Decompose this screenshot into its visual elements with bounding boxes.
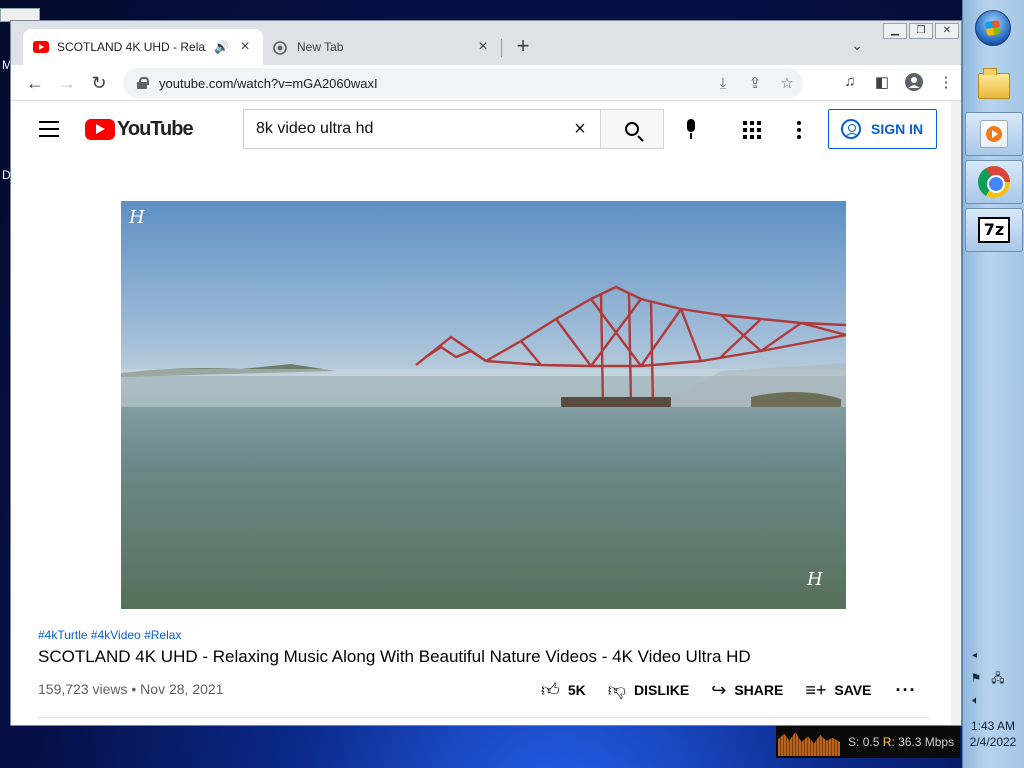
forward-arrow-icon[interactable]: → [55,71,79,95]
clear-search-icon[interactable]: × [560,118,600,141]
video-frame-forth-bridge: H H [121,201,846,609]
url-text[interactable]: youtube.com/watch?v=mGA2060waxI [159,76,707,91]
hamburger-menu-icon[interactable] [39,121,59,137]
watermark-top: H [128,207,145,228]
sign-in-label: SIGN IN [871,121,924,137]
video-player[interactable]: H H [121,201,846,609]
profile-icon[interactable] [903,73,925,93]
address-bar[interactable]: youtube.com/watch?v=mGA2060waxI ⤓ ⇪ ☆ [123,68,803,98]
thumbs-down-icon: 👎︎ [607,680,626,700]
tab-audio-icon[interactable]: 🔊 [214,40,229,54]
minimize-button[interactable]: ▁ [883,23,907,39]
video-actions: 👍︎ 5K 👎︎ DISLIKE ↪ SHARE ≡+ SAVE ··· [541,679,916,701]
playlist-add-icon: ≡+ [805,679,827,700]
save-label: SAVE [834,682,872,698]
net-send-label: S: [848,735,860,749]
chrome-icon [978,166,1010,198]
search-query[interactable]: 8k video ultra hd [256,120,560,138]
browser-toolbar: ← → ↻ youtube.com/watch?v=mGA2060waxI ⤓ … [11,65,961,101]
like-count: 5K [567,682,586,698]
youtube-logo-text: YouTube [117,118,194,140]
search-icon [625,122,639,136]
youtube-header: YouTube 8k video ultra hd × SIGN IN [11,101,951,157]
views-and-date: 159,723 views • Nov 28, 2021 [38,681,224,697]
save-button[interactable]: ≡+ SAVE [805,680,871,701]
lock-icon[interactable] [137,77,149,89]
tab-youtube[interactable]: SCOTLAND 4K UHD - Relaxin 🔊 × [23,29,263,65]
new-tab-button[interactable]: + [511,33,535,59]
net-receive-value: 36.3 Mbps [898,735,955,749]
share-icon[interactable]: ⇪ [739,74,771,92]
net-send-value: 0.5 [862,735,880,749]
back-arrow-icon[interactable]: ← [23,71,47,95]
window-controls: ▁ ❐ ✕ [883,23,959,39]
settings-kebab-icon[interactable] [797,121,801,142]
clock-date: 2/4/2022 [969,735,1017,749]
action-center-flag-icon[interactable]: ⚑ [968,670,984,686]
tab-separator [501,39,502,57]
youtube-page: YouTube 8k video ultra hd × SIGN IN H H … [11,101,961,725]
clock-time: 1:43 AM [970,719,1016,733]
apps-grid-icon[interactable] [743,121,761,139]
share-arrow-icon: ↪ [711,679,727,700]
system-clock[interactable]: 1:43 AM 2/4/2022 [964,718,1022,750]
tab-title: SCOTLAND 4K UHD - Relaxin [57,40,207,54]
media-player-icon [980,120,1008,148]
folder-icon [978,68,1010,99]
reload-icon[interactable]: ↻ [87,71,111,95]
tab-title: New Tab [297,40,344,54]
share-button[interactable]: ↪ SHARE [711,680,783,701]
video-hashtags[interactable]: #4kTurtle #4kVideo #Relax [38,628,181,642]
restore-button[interactable]: ❐ [909,23,933,39]
voice-search-mic-icon[interactable] [679,117,703,141]
section-divider [38,717,930,718]
tab-strip: SCOTLAND 4K UHD - Relaxin 🔊 × New Tab × … [11,21,961,65]
search-input[interactable]: 8k video ultra hd × [243,109,601,149]
dislike-button[interactable]: 👎︎ DISLIKE [608,679,690,701]
like-button[interactable]: 👍︎ 5K [541,679,586,701]
show-hidden-icons-arrow-icon[interactable]: ◂ [972,650,977,661]
youtube-play-icon [85,119,115,140]
volume-icon[interactable]: 🔈︎ [968,692,984,708]
sign-in-button[interactable]: SIGN IN [828,109,937,149]
chrome-window: SCOTLAND 4K UHD - Relaxin 🔊 × New Tab × … [10,20,962,726]
tab-new-tab[interactable]: New Tab × [263,29,501,65]
chrome-favicon-icon [273,41,289,55]
bookmark-star-icon[interactable]: ☆ [771,74,803,92]
taskbar-chrome[interactable] [965,160,1023,204]
network-icon[interactable]: 🖧︎ [990,670,1006,686]
taskbar-7zip[interactable]: 7z [965,208,1023,252]
media-control-icon[interactable]: ♫ [839,73,861,93]
taskbar-explorer[interactable] [965,64,1023,108]
share-label: SHARE [734,682,784,698]
thumbs-up-icon: 👍︎ [541,680,560,700]
net-receive-label: R: [882,735,895,749]
7zip-icon: 7z [978,217,1010,243]
network-meter-widget: S: 0.5 R: 36.3 Mbps [776,726,960,758]
install-app-icon[interactable]: ⤓ [707,75,739,92]
tab-close-icon[interactable]: × [237,38,253,56]
tab-search-chevron-icon[interactable]: ⌄ [851,37,863,54]
dislike-label: DISLIKE [634,682,690,698]
chrome-menu-icon[interactable]: ⋮ [935,73,957,93]
network-traffic-graph [778,732,840,756]
search-button[interactable] [600,109,664,149]
network-speed-text: S: 0.5 R: 36.3 Mbps [848,735,954,749]
notification-area: ⚑ 🖧︎ 🔈︎ [968,670,1018,708]
start-button[interactable] [975,10,1011,46]
youtube-favicon-icon [33,41,49,53]
watermark-bottom: H [806,569,823,590]
close-window-button[interactable]: ✕ [935,23,959,39]
page-scrollbar[interactable] [951,101,961,725]
side-panel-icon[interactable]: ◧ [871,73,893,93]
video-title: SCOTLAND 4K UHD - Relaxing Music Along W… [38,647,751,666]
taskbar-media-player[interactable] [965,112,1023,156]
youtube-logo[interactable]: YouTube [85,118,194,141]
tab-close-icon[interactable]: × [475,38,491,56]
more-actions-icon[interactable]: ··· [895,680,916,701]
user-circle-icon [841,119,861,139]
